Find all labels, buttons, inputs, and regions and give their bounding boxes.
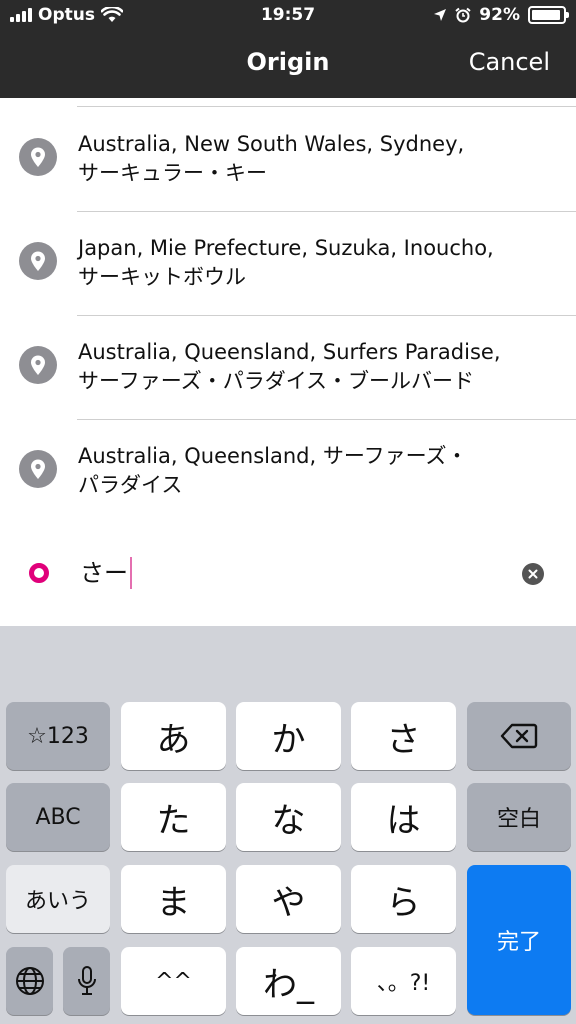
key-ra[interactable]: ら	[351, 865, 456, 933]
results-list: Australia, New South Wales, Sydney, サーキュ…	[0, 98, 576, 524]
result-line-1: Japan, Mie Prefecture, Suzuka, Inoucho,	[78, 236, 494, 260]
space-key[interactable]: 空白	[467, 783, 571, 851]
battery-icon	[528, 6, 569, 24]
dictation-key[interactable]	[63, 947, 110, 1015]
delete-key[interactable]	[467, 702, 571, 770]
globe-icon	[15, 967, 44, 995]
hiragana-key[interactable]: あいう	[6, 865, 110, 933]
japanese-kana-keyboard: ☆123 あ か さ ABC た な は 空白 あいう ま や ら 完了 ^^ …	[0, 626, 576, 1024]
clear-x-icon	[528, 569, 538, 579]
location-pin-icon	[19, 450, 57, 488]
clear-input-button[interactable]	[522, 563, 544, 585]
key-a[interactable]: あ	[121, 702, 226, 770]
key-wa[interactable]: わ_	[236, 947, 341, 1015]
list-divider	[77, 106, 576, 107]
origin-search-input[interactable]: さー	[80, 555, 132, 591]
result-line-1: Australia, Queensland, Surfers Paradise,	[78, 340, 501, 364]
result-line-2: サーキットボウル	[78, 265, 246, 289]
symbols-key[interactable]: ☆123	[6, 702, 110, 770]
key-ha[interactable]: は	[351, 783, 456, 851]
key-ya[interactable]: や	[236, 865, 341, 933]
key-emoticon[interactable]: ^^	[121, 947, 226, 1015]
done-key[interactable]: 完了	[467, 865, 571, 1015]
result-text: Australia, Queensland, サーファーズ・ パラダイス	[78, 442, 546, 500]
cancel-button[interactable]: Cancel	[469, 48, 550, 76]
location-pin-icon	[19, 346, 57, 384]
abc-key[interactable]: ABC	[6, 783, 110, 851]
status-bar: Optus 19:57 92%	[0, 0, 576, 34]
result-item[interactable]: Australia, Queensland, サーファーズ・ パラダイス	[0, 420, 576, 524]
result-text: Australia, Queensland, Surfers Paradise,…	[78, 338, 546, 396]
result-line-1: Australia, Queensland, サーファーズ・	[78, 444, 468, 468]
key-ta[interactable]: た	[121, 783, 226, 851]
location-pin-icon	[19, 138, 57, 176]
text-caret	[130, 557, 132, 589]
search-input-value: さー	[80, 559, 128, 587]
status-right: 92%	[433, 5, 569, 25]
backspace-icon	[500, 723, 538, 749]
origin-marker-icon	[29, 563, 49, 583]
result-item[interactable]: Australia, New South Wales, Sydney, サーキュ…	[0, 108, 576, 212]
alarm-icon	[455, 7, 471, 23]
location-arrow-icon	[434, 9, 447, 21]
key-punctuation[interactable]: 、。?!	[351, 947, 456, 1015]
result-text: Australia, New South Wales, Sydney, サーキュ…	[78, 130, 546, 188]
result-line-1: Australia, New South Wales, Sydney,	[78, 132, 465, 156]
result-line-2: サーファーズ・パラダイス・ブールバード	[78, 369, 475, 393]
result-item[interactable]: Australia, Queensland, Surfers Paradise,…	[0, 316, 576, 420]
result-line-2: サーキュラー・キー	[78, 161, 267, 185]
location-pin-icon	[19, 242, 57, 280]
top-bar: Optus 19:57 92% Origin Cancel	[0, 0, 576, 98]
result-text: Japan, Mie Prefecture, Suzuka, Inoucho, …	[78, 234, 546, 292]
key-ma[interactable]: ま	[121, 865, 226, 933]
key-na[interactable]: な	[236, 783, 341, 851]
result-line-2: パラダイス	[78, 473, 183, 497]
globe-key[interactable]	[6, 947, 53, 1015]
key-ka[interactable]: か	[236, 702, 341, 770]
battery-percent: 92%	[479, 5, 520, 25]
microphone-icon	[77, 966, 96, 995]
key-sa[interactable]: さ	[351, 702, 456, 770]
battery-fill	[532, 10, 560, 20]
result-item[interactable]: Japan, Mie Prefecture, Suzuka, Inoucho, …	[0, 212, 576, 316]
